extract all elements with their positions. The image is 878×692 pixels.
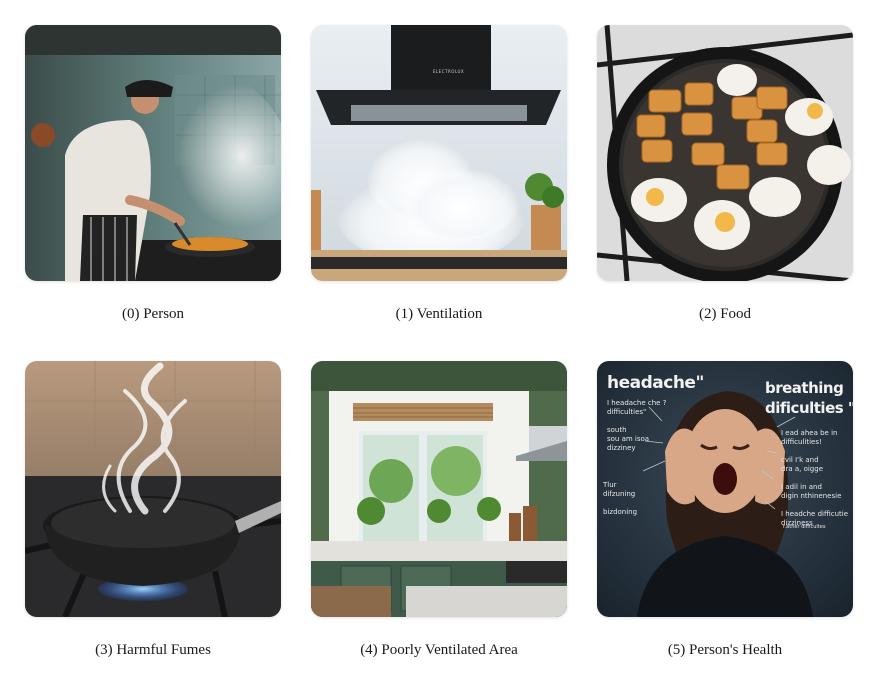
health-notes-left: I headache che ? difficulties" south sou… [607, 399, 667, 452]
caption-persons-health: (5) Person's Health [667, 642, 783, 658]
kitchen-window-image [311, 361, 567, 617]
caption-person: (0) Person [121, 306, 185, 322]
panel-persons-health: headache" breathing dificulties " I head… [597, 361, 853, 658]
health-notes-right: I ead ahea be in difficulities! cvil I'k… [781, 429, 849, 527]
hood-brand-label: ELECTROLUX [433, 69, 465, 74]
health-notes-left-lower: Tlur difzuning bizdoning [603, 481, 638, 516]
distressed-person-image: headache" breathing dificulties " I head… [597, 361, 853, 617]
smoking-pan-image [25, 361, 281, 617]
panel-ventilation: ELECTROLUX (1) Ventilation [311, 25, 567, 322]
panel-poorly-ventilated-area: (4) Poorly Ventilated Area [311, 361, 567, 658]
panel-harmful-fumes: (3) Harmful Fumes [25, 361, 281, 658]
caption-poorly-ventilated-area: (4) Poorly Ventilated Area [360, 642, 518, 658]
person-cooking-image [25, 25, 281, 281]
panel-person: (0) Person [25, 25, 281, 322]
frying-pan-food-image [597, 25, 853, 281]
panel-food: (2) Food [597, 25, 853, 322]
range-hood-image: ELECTROLUX [311, 25, 567, 281]
caption-ventilation: (1) Ventilation [395, 306, 483, 322]
image-grid: (0) Person ELECTROLUX (1) Ventilation (2… [0, 0, 878, 692]
caption-harmful-fumes: (3) Harmful Fumes [95, 642, 211, 658]
caption-food: (2) Food [698, 306, 752, 322]
health-notes-bottom: r.ather difficultes [783, 524, 826, 530]
